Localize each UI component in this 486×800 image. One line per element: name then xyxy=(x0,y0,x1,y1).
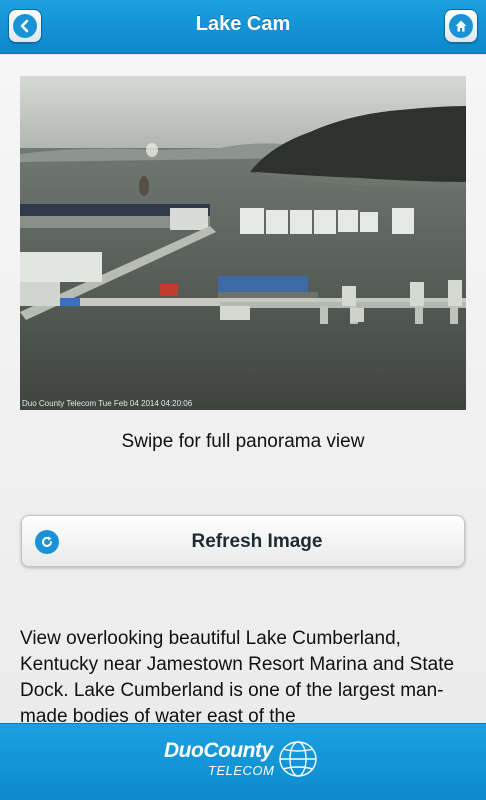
logo-wordmark: DuoCounty xyxy=(164,739,273,762)
page-title: Lake Cam xyxy=(195,13,291,35)
header-bar: Lake Cam xyxy=(0,0,486,54)
logo-subtitle: TELECOM xyxy=(208,763,275,778)
camera-timestamp: Duo County Telecom Tue Feb 04 2014 04:20… xyxy=(22,399,193,408)
home-button[interactable] xyxy=(444,9,478,43)
lake-description: View overlooking beautiful Lake Cumberla… xyxy=(20,628,455,727)
globe-icon xyxy=(279,741,317,777)
swipe-caption: Swipe for full panorama view xyxy=(121,431,365,452)
home-icon xyxy=(449,14,473,38)
refresh-button-label: Refresh Image xyxy=(191,531,323,552)
footer-bar: DuoCounty TELECOM xyxy=(0,723,486,800)
main-content: Duo County Telecom Tue Feb 04 2014 04:20… xyxy=(0,55,486,727)
duocounty-logo[interactable]: DuoCounty TELECOM xyxy=(164,737,324,789)
refresh-image-button[interactable]: Refresh Image xyxy=(21,515,465,567)
lake-camera-image[interactable]: Duo County Telecom Tue Feb 04 2014 04:20… xyxy=(20,76,466,410)
